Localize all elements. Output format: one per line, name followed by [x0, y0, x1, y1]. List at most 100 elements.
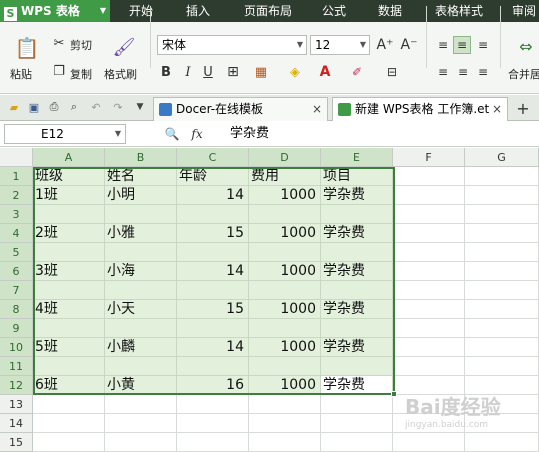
cut-button[interactable]: 剪切 [70, 37, 92, 53]
cell-b14[interactable] [105, 414, 177, 433]
cell-f3[interactable] [393, 205, 465, 224]
align-bottom-icon[interactable]: ≡ [474, 37, 492, 53]
scissors-icon[interactable]: ✂ [52, 36, 66, 51]
align-middle-icon[interactable]: ≡ [453, 36, 471, 54]
cell-f11[interactable] [393, 357, 465, 376]
tab-table-style[interactable]: 表格样式 [426, 0, 492, 22]
cell-c8[interactable]: 15 [177, 300, 249, 319]
row-header-14[interactable]: 14 [0, 414, 33, 433]
tab-home[interactable]: 开始 [118, 0, 164, 22]
cell-a13[interactable] [33, 395, 105, 414]
insert-function-button[interactable]: fx [188, 125, 206, 143]
paste-icon[interactable]: 📋 [14, 34, 40, 62]
chevron-down-icon[interactable]: ▼ [132, 99, 148, 115]
cell-e2[interactable]: 学杂费 [321, 186, 393, 205]
select-all-corner[interactable] [0, 148, 33, 167]
cell-c1[interactable]: 年龄 [177, 167, 249, 186]
cell-g1[interactable] [465, 167, 539, 186]
fill-handle[interactable] [391, 391, 397, 397]
tab-insert[interactable]: 插入 [176, 0, 220, 22]
fill-color-icon[interactable]: ◈ [284, 63, 306, 81]
cell-f8[interactable] [393, 300, 465, 319]
cell-d12[interactable]: 1000 [249, 376, 321, 395]
row-header-9[interactable]: 9 [0, 319, 33, 338]
cell-c7[interactable] [177, 281, 249, 300]
cell-b12[interactable]: 小黄 [105, 376, 177, 395]
undo-icon[interactable]: ↶ [88, 99, 104, 115]
cell-b5[interactable] [105, 243, 177, 262]
cell-d8[interactable]: 1000 [249, 300, 321, 319]
cell-e13[interactable] [321, 395, 393, 414]
cell-f6[interactable] [393, 262, 465, 281]
font-size-select[interactable]: 12 ▼ [310, 35, 370, 55]
tab-review[interactable]: 审阅 [506, 0, 539, 22]
cell-g4[interactable] [465, 224, 539, 243]
cell-c11[interactable] [177, 357, 249, 376]
cell-b9[interactable] [105, 319, 177, 338]
cell-b1[interactable]: 姓名 [105, 167, 177, 186]
cell-e12[interactable]: 学杂费 [321, 376, 393, 395]
cell-d7[interactable] [249, 281, 321, 300]
cell-a8[interactable]: 4班 [33, 300, 105, 319]
cell-b3[interactable] [105, 205, 177, 224]
save-icon[interactable]: ▣ [26, 99, 42, 115]
cell-a4[interactable]: 2班 [33, 224, 105, 243]
cell-a9[interactable] [33, 319, 105, 338]
cell-c5[interactable] [177, 243, 249, 262]
row-header-1[interactable]: 1 [0, 167, 33, 186]
row-header-15[interactable]: 15 [0, 433, 33, 452]
grow-font-button[interactable]: A⁺ [376, 36, 394, 54]
align-left-icon[interactable]: ≡ [434, 64, 452, 80]
cell-e1[interactable]: 项目 [321, 167, 393, 186]
cell-g5[interactable] [465, 243, 539, 262]
cell-d6[interactable]: 1000 [249, 262, 321, 281]
cell-d4[interactable]: 1000 [249, 224, 321, 243]
cell-d11[interactable] [249, 357, 321, 376]
name-box[interactable]: E12 ▼ [4, 124, 126, 144]
column-header-b[interactable]: B [105, 148, 177, 167]
cell-g12[interactable] [465, 376, 539, 395]
cell-b13[interactable] [105, 395, 177, 414]
cell-g10[interactable] [465, 338, 539, 357]
format-painter-button[interactable]: 格式刷 [104, 66, 137, 82]
cell-d9[interactable] [249, 319, 321, 338]
formula-input[interactable]: 学杂费 [222, 124, 539, 144]
cell-e15[interactable] [321, 433, 393, 452]
tab-page-layout[interactable]: 页面布局 [236, 0, 300, 22]
cell-d5[interactable] [249, 243, 321, 262]
column-header-f[interactable]: F [393, 148, 465, 167]
cell-e7[interactable] [321, 281, 393, 300]
cell-c13[interactable] [177, 395, 249, 414]
close-icon[interactable]: × [492, 98, 502, 121]
cell-c12[interactable]: 16 [177, 376, 249, 395]
cell-g2[interactable] [465, 186, 539, 205]
app-menu-button[interactable]: S WPS 表格 ▼ [0, 0, 110, 22]
align-right-icon[interactable]: ≡ [474, 64, 492, 80]
tab-formulas[interactable]: 公式 [314, 0, 354, 22]
print-preview-icon[interactable]: ⌕ [66, 99, 82, 115]
cell-b4[interactable]: 小雅 [105, 224, 177, 243]
merge-center-button[interactable]: 合并居中 [508, 66, 539, 82]
cell-b2[interactable]: 小明 [105, 186, 177, 205]
font-color-icon[interactable]: A [314, 63, 336, 81]
cell-a7[interactable] [33, 281, 105, 300]
cell-e10[interactable]: 学杂费 [321, 338, 393, 357]
cell-a10[interactable]: 5班 [33, 338, 105, 357]
tab-data[interactable]: 数据 [370, 0, 410, 22]
cell-e3[interactable] [321, 205, 393, 224]
copy-button[interactable]: 复制 [70, 66, 92, 82]
cell-f1[interactable] [393, 167, 465, 186]
cell-c14[interactable] [177, 414, 249, 433]
italic-button[interactable]: I [180, 63, 196, 81]
cell-c10[interactable]: 14 [177, 338, 249, 357]
redo-icon[interactable]: ↷ [110, 99, 126, 115]
cell-c9[interactable] [177, 319, 249, 338]
cell-e8[interactable]: 学杂费 [321, 300, 393, 319]
underline-button[interactable]: U [200, 63, 216, 81]
row-header-10[interactable]: 10 [0, 338, 33, 357]
cell-a2[interactable]: 1班 [33, 186, 105, 205]
row-header-11[interactable]: 11 [0, 357, 33, 376]
shrink-font-button[interactable]: A⁻ [400, 36, 418, 54]
cell-a6[interactable]: 3班 [33, 262, 105, 281]
row-header-4[interactable]: 4 [0, 224, 33, 243]
